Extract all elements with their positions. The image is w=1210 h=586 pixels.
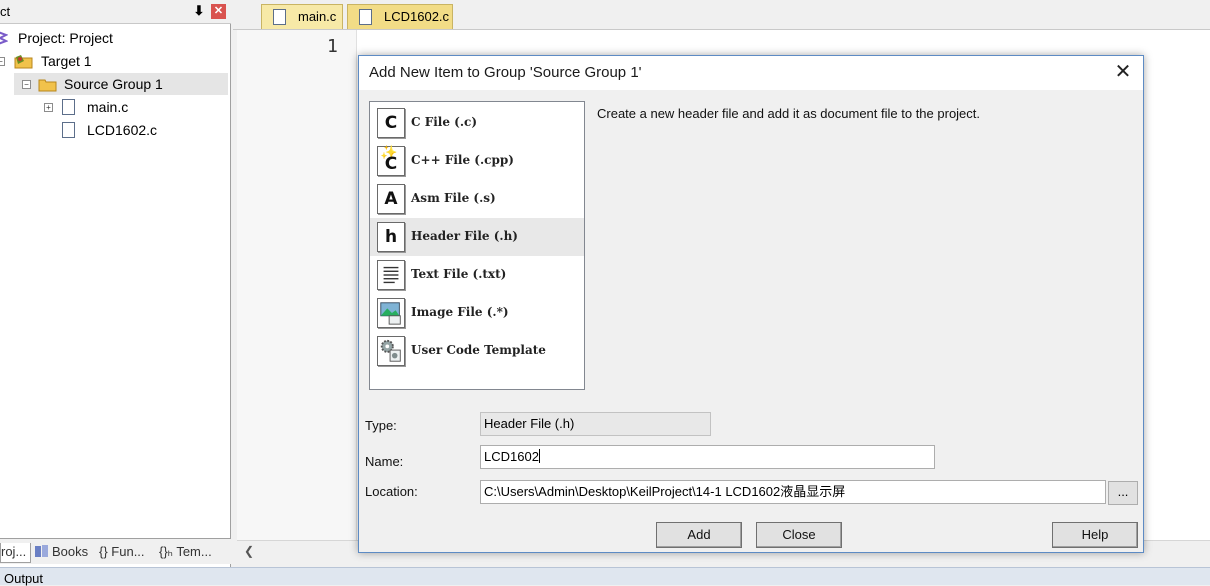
file-type-item[interactable]: Image File (.*) [370,294,584,332]
type-description: Create a new header file and add it as d… [597,106,981,121]
expand-icon[interactable]: + [44,103,53,112]
close-panel-icon[interactable]: ✕ [211,4,226,19]
image-file-icon [377,298,405,328]
file-type-label: C++ File (.cpp) [411,153,514,167]
close-button[interactable]: Close [756,522,842,548]
tab-functions[interactable]: {} Fun... [99,543,155,563]
folder-icon [38,79,57,92]
type-field: Header File (.h) [480,412,711,436]
browse-button[interactable]: ... [1108,481,1138,505]
line-number: 1 [327,36,338,57]
file-type-label: Asm File (.s) [411,191,496,205]
line-number-gutter: 1 [237,30,357,540]
tree-item-file[interactable]: LCD1602.c [40,119,230,141]
file-type-label: Image File (.*) [411,305,509,319]
dialog-titlebar[interactable]: Add New Item to Group 'Source Group 1' ✕ [359,56,1143,90]
header-file-icon: h [377,222,405,252]
collapse-icon[interactable]: − [22,80,31,89]
editor-tab-lcd1602[interactable]: LCD1602.c [347,4,453,29]
tab-templates[interactable]: {}ₕ Tem... [159,543,223,563]
tree-label-file: LCD1602.c [87,122,158,138]
panel-tabs: roj... Books {} Fun... {}ₕ Tem... [0,538,231,564]
file-type-item-selected[interactable]: h Header File (.h) [370,218,584,256]
location-label: Location: [365,484,418,499]
editor-tab-label: main.c [298,9,337,24]
tab-project[interactable]: roj... [0,543,31,563]
add-new-item-dialog: Add New Item to Group 'Source Group 1' ✕… [358,55,1144,553]
editor-tab-main[interactable]: main.c [261,4,343,29]
user-code-template-icon [377,336,405,366]
scroll-left-icon[interactable]: ❮ [241,543,257,559]
text-cursor [538,449,540,463]
text-file-icon [377,260,405,290]
file-type-item[interactable]: A Asm File (.s) [370,180,584,218]
collapse-icon[interactable]: − [0,57,5,66]
project-panel: ct ⬇ ✕ Project: Project − Target 1 − Sou… [0,0,231,567]
close-icon[interactable]: ✕ [1111,62,1135,84]
target-folder-icon [14,55,33,69]
tree-item-file[interactable]: + main.c [40,96,230,118]
panel-titlebar: ct ⬇ ✕ [0,0,231,24]
file-type-list[interactable]: C C File (.c) ✨ C C++ File (.cpp) A Asm … [369,101,585,390]
output-bar: Output [0,567,1210,586]
tree-label-target: Target 1 [41,53,92,69]
file-type-item[interactable]: User Code Template [370,332,584,370]
output-label[interactable]: Output [4,571,43,586]
tab-books-label: Books [52,544,89,559]
tree-label-file: main.c [87,99,129,115]
help-button[interactable]: Help [1052,522,1138,548]
books-icon [35,545,48,557]
name-value: LCD1602 [484,449,539,464]
tree-item-source-group[interactable]: − Source Group 1 [14,73,228,95]
location-field[interactable]: C:\Users\Admin\Desktop\KeilProject\14-1 … [480,480,1106,504]
tree-label-project: Project: Project [18,30,113,46]
name-label: Name: [365,454,404,469]
file-type-label: Header File (.h) [411,229,518,243]
tab-books[interactable]: Books [34,543,94,563]
file-type-label: C File (.c) [411,115,478,129]
file-type-label: Text File (.txt) [411,267,507,281]
name-field[interactable]: LCD1602 [480,445,935,469]
tree-item-project[interactable]: Project: Project [0,27,231,49]
file-icon [273,9,286,25]
panel-title: ct [0,4,11,19]
add-button[interactable]: Add [656,522,742,548]
file-type-item[interactable]: C C File (.c) [370,104,584,142]
tree-item-target[interactable]: − Target 1 [0,50,231,72]
file-type-label: User Code Template [411,343,546,357]
pin-icon[interactable]: ⬇ [192,3,206,19]
tree-label-group: Source Group 1 [64,76,163,92]
file-icon [62,122,75,138]
type-label: Type: [365,418,397,433]
editor-tab-label: LCD1602.c [384,9,450,24]
dialog-title: Add New Item to Group 'Source Group 1' [369,64,642,81]
editor-tab-strip: main.c LCD1602.c [233,0,1210,30]
file-type-item[interactable]: Text File (.txt) [370,256,584,294]
file-icon [359,9,372,25]
c-file-icon: C [377,108,405,138]
file-icon [62,99,75,115]
asm-file-icon: A [377,184,405,214]
project-icon [0,31,8,45]
cpp-file-icon: ✨ C [377,145,405,176]
file-type-item[interactable]: ✨ C C++ File (.cpp) [370,142,584,180]
